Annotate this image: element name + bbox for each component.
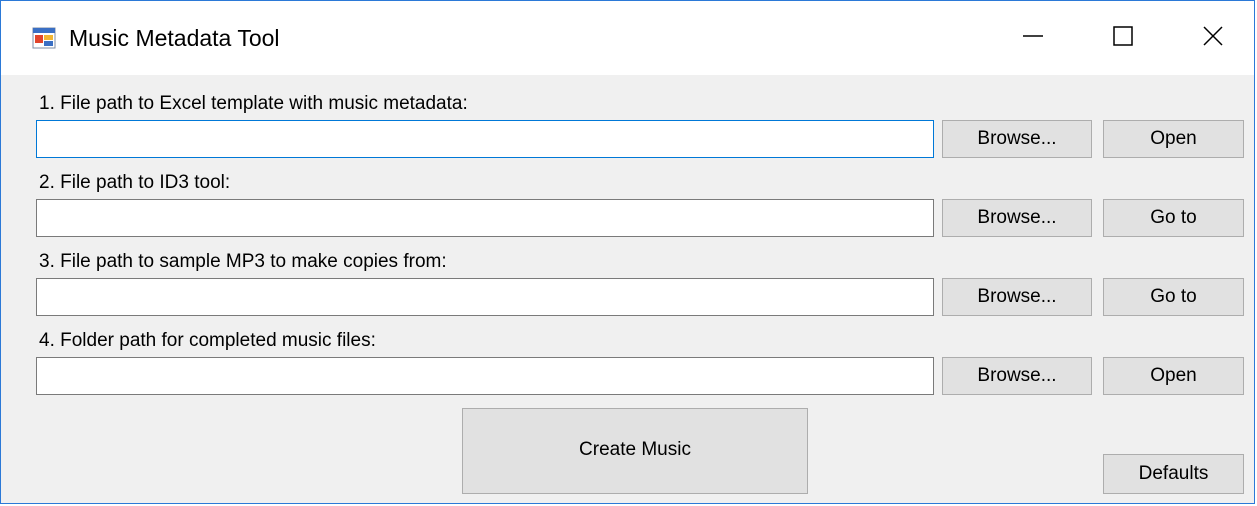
defaults-button[interactable]: Defaults bbox=[1103, 454, 1244, 494]
output-folder-label: 4. Folder path for completed music files… bbox=[39, 330, 376, 351]
open-excel-template-button[interactable]: Open bbox=[1103, 120, 1244, 158]
goto-id3-tool-button[interactable]: Go to bbox=[1103, 199, 1244, 237]
minimize-button[interactable] bbox=[985, 1, 1081, 75]
minimize-icon bbox=[1021, 24, 1045, 53]
close-icon bbox=[1201, 24, 1225, 53]
open-output-folder-button[interactable]: Open bbox=[1103, 357, 1244, 395]
close-button[interactable] bbox=[1165, 1, 1254, 75]
browse-excel-template-button[interactable]: Browse... bbox=[942, 120, 1092, 158]
browse-id3-tool-button[interactable]: Browse... bbox=[942, 199, 1092, 237]
excel-template-path-input[interactable] bbox=[36, 120, 934, 158]
sample-mp3-path-input[interactable] bbox=[36, 278, 934, 316]
maximize-button[interactable] bbox=[1075, 1, 1171, 75]
id3-tool-path-input[interactable] bbox=[36, 199, 934, 237]
browse-sample-mp3-button[interactable]: Browse... bbox=[942, 278, 1092, 316]
main-window: Music Metadata Tool 1. File path to Exce… bbox=[0, 0, 1255, 504]
create-music-button[interactable]: Create Music bbox=[462, 408, 808, 494]
app-window-icon bbox=[32, 26, 56, 50]
output-folder-path-input[interactable] bbox=[36, 357, 934, 395]
goto-sample-mp3-button[interactable]: Go to bbox=[1103, 278, 1244, 316]
title-bar[interactable]: Music Metadata Tool bbox=[1, 1, 1254, 75]
sample-mp3-label: 3. File path to sample MP3 to make copie… bbox=[39, 251, 447, 272]
browse-output-folder-button[interactable]: Browse... bbox=[942, 357, 1092, 395]
maximize-icon bbox=[1111, 24, 1135, 53]
id3-tool-label: 2. File path to ID3 tool: bbox=[39, 172, 231, 193]
excel-template-label: 1. File path to Excel template with musi… bbox=[39, 93, 468, 114]
window-title: Music Metadata Tool bbox=[69, 25, 280, 51]
